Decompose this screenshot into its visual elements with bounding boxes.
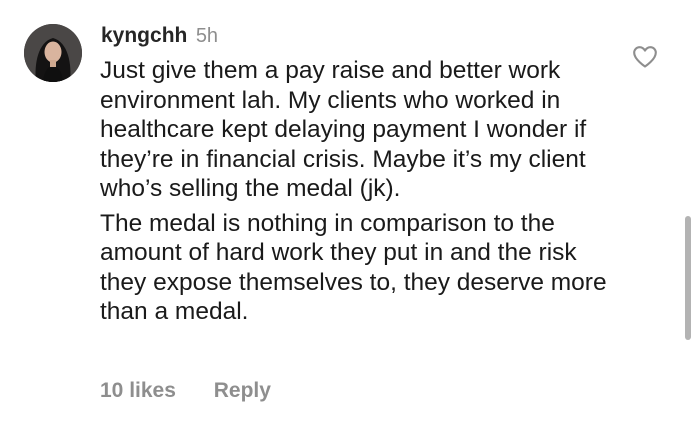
comment-header: kyngchh 5h [101, 22, 218, 50]
comment-item: kyngchh 5h Just give them a pay raise an… [0, 0, 700, 438]
comment-body: Just give them a pay raise and better wo… [100, 56, 620, 327]
comment-paragraph: Just give them a pay raise and better wo… [100, 57, 587, 202]
timestamp: 5h [195, 25, 219, 47]
like-button[interactable] [632, 45, 658, 69]
comment-actions: 10 likes Reply [100, 376, 271, 406]
avatar-image [24, 24, 82, 82]
reply-button[interactable]: Reply [214, 379, 271, 402]
scrollbar[interactable] [685, 216, 691, 340]
avatar[interactable] [24, 24, 82, 82]
likes-count[interactable]: 10 likes [100, 379, 176, 402]
heart-outline-icon [633, 46, 657, 68]
username[interactable]: kyngchh [101, 24, 187, 47]
comment-paragraph: The medal is nothing in comparison to th… [100, 209, 607, 326]
